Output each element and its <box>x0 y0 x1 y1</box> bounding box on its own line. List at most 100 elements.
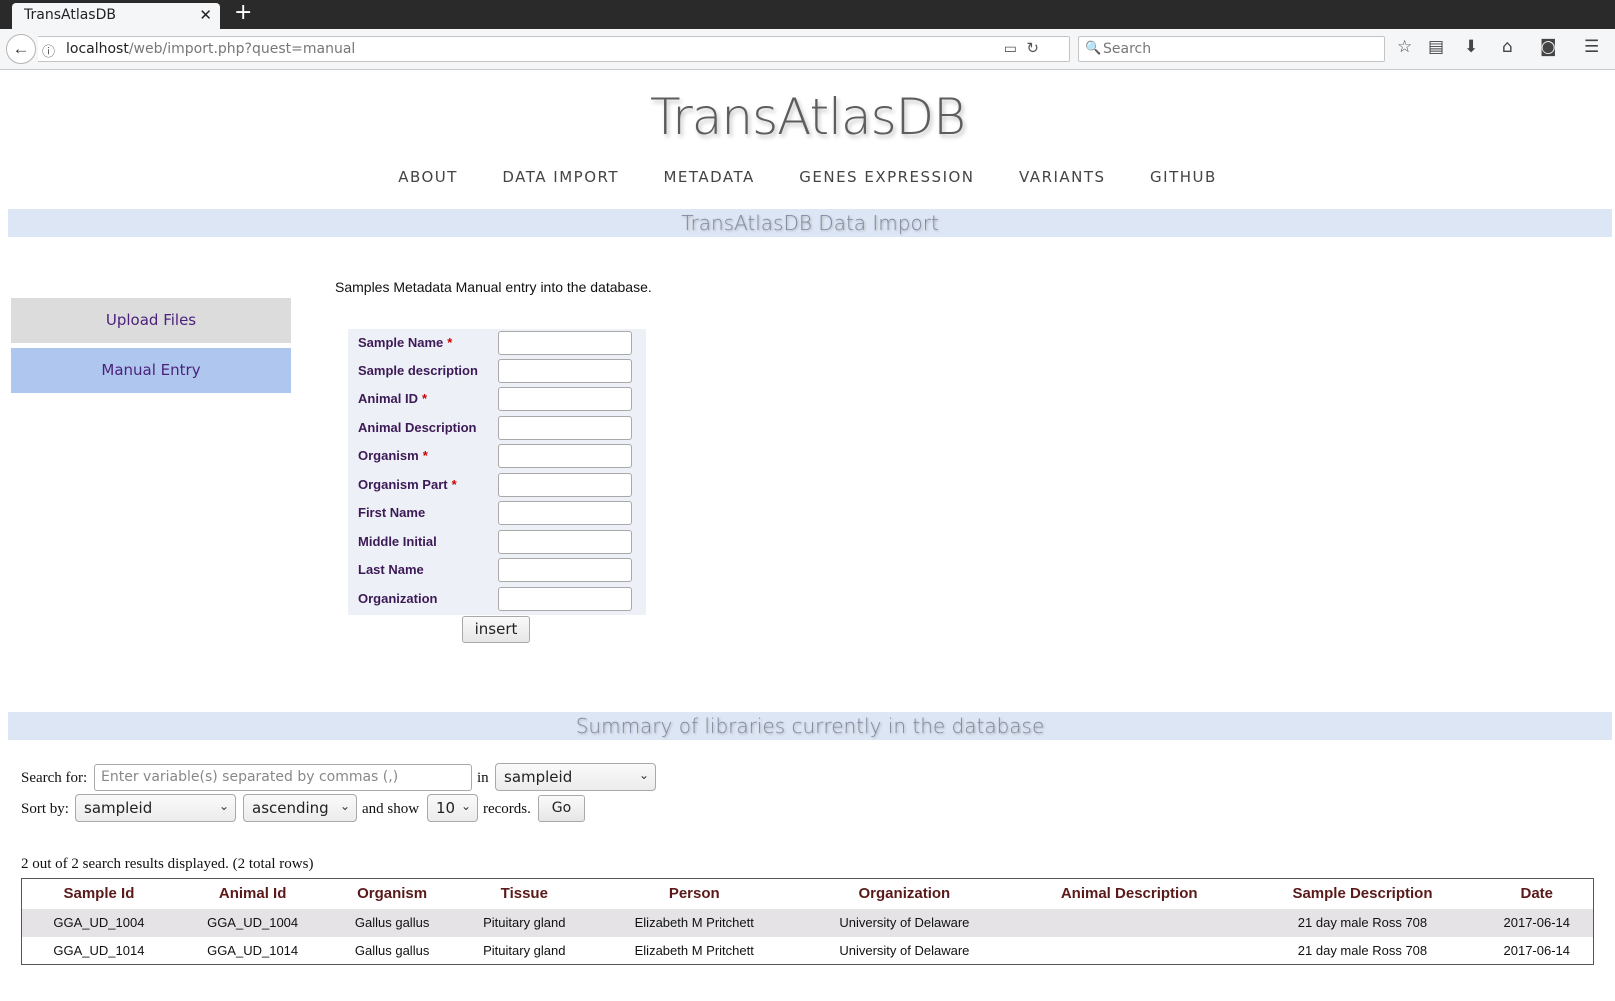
download-icon[interactable]: ⬇ <box>1464 37 1478 57</box>
manual-entry-form: Sample Name * Sample description Animal I… <box>348 329 646 615</box>
table-cell: 21 day male Ross 708 <box>1297 942 1428 958</box>
tab-title: TransAtlasDB <box>24 7 116 23</box>
column-header[interactable]: Date <box>1481 879 1594 909</box>
bookmark-star-icon[interactable]: ☆ <box>1397 37 1412 57</box>
sort-label: Sort by: <box>21 801 69 817</box>
table-cell: 2017-06-14 <box>1480 908 1594 937</box>
nav-data-import[interactable]: DATA IMPORT <box>502 168 619 186</box>
table-cell: Gallus gallus <box>354 942 430 958</box>
chevron-down-icon: ⌄ <box>638 768 649 782</box>
last-name-field[interactable] <box>498 558 632 582</box>
nav-genes-expression[interactable]: GENES EXPRESSION <box>799 168 974 186</box>
column-header[interactable]: Sample Id <box>22 879 176 909</box>
libraries-table: Sample Id Animal Id Organism Tissue Pers… <box>21 878 1594 965</box>
show-count-select[interactable]: 10 ⌄ <box>427 794 478 822</box>
reload-icon[interactable]: ↻ <box>1026 39 1039 57</box>
sample-name-field[interactable] <box>498 331 632 355</box>
summary-banner: Summary of libraries currently in the da… <box>8 712 1612 740</box>
library-icon[interactable]: ▤ <box>1428 37 1444 57</box>
site-logo[interactable]: TransAtlasDB <box>0 88 1615 146</box>
form-row: Animal Description <box>348 414 646 442</box>
field-label: Animal ID * <box>358 391 428 406</box>
nav-metadata[interactable]: METADATA <box>663 168 754 186</box>
form-row: First Name <box>348 499 646 527</box>
table-cell: Pituitary gland <box>483 942 566 958</box>
browser-nav-bar: ← ⓘ localhost/web/import.php?quest=manua… <box>0 29 1615 70</box>
organism-part-field[interactable] <box>498 473 632 497</box>
search-field-select[interactable]: sampleid ⌄ <box>495 763 656 791</box>
import-banner: TransAtlasDB Data Import <box>8 209 1612 237</box>
column-header[interactable]: Organization <box>795 879 1014 909</box>
field-label: Organism Part * <box>358 477 457 492</box>
info-icon[interactable]: ⓘ <box>42 41 55 60</box>
browser-search-input[interactable]: 🔍 Search <box>1078 36 1385 62</box>
form-row: Sample Name * <box>348 329 646 357</box>
table-cell <box>1014 937 1244 965</box>
menu-icon[interactable]: ☰ <box>1584 37 1599 57</box>
address-bar[interactable]: ⓘ localhost/web/import.php?quest=manual … <box>38 36 1070 62</box>
search-input[interactable]: Enter variable(s) separated by commas (,… <box>94 764 472 791</box>
column-header[interactable]: Tissue <box>455 879 594 909</box>
table-cell: Elizabeth M Pritchett <box>634 942 754 958</box>
nav-github[interactable]: GITHUB <box>1150 168 1217 186</box>
show-label: and show <box>362 801 420 817</box>
chevron-down-icon: ⌄ <box>218 799 229 813</box>
column-header[interactable]: Organism <box>329 879 454 909</box>
search-label: Search for: <box>21 770 88 786</box>
form-row: Last Name <box>348 556 646 584</box>
table-row: GGA_UD_1004 GGA_UD_1004 Gallus gallus Pi… <box>21 908 1594 937</box>
middle-initial-field[interactable] <box>498 530 632 554</box>
pocket-icon[interactable]: ◙ <box>1540 37 1557 57</box>
back-arrow-icon[interactable]: ← <box>6 34 36 64</box>
table-cell: Elizabeth M Pritchett <box>593 908 795 937</box>
results-count: 2 out of 2 search results displayed. (2 … <box>21 856 314 872</box>
browser-tab-strip: TransAtlasDB ✕ + <box>0 0 1615 29</box>
table-cell: GGA_UD_1004 <box>21 908 176 937</box>
field-label: Middle Initial <box>358 534 437 549</box>
organism-field[interactable] <box>498 444 632 468</box>
column-header[interactable]: Person <box>594 879 795 909</box>
sort-order-select[interactable]: ascending ⌄ <box>243 794 357 822</box>
nav-variants[interactable]: VARIANTS <box>1019 168 1106 186</box>
column-header[interactable]: Animal Id <box>176 879 330 909</box>
organization-field[interactable] <box>498 587 632 611</box>
table-cell: GGA_UD_1004 <box>175 908 330 937</box>
table-cell: University of Delaware <box>794 908 1014 937</box>
sort-field-select[interactable]: sampleid ⌄ <box>75 794 236 822</box>
manual-entry-button[interactable]: Manual Entry <box>11 348 291 393</box>
insert-button[interactable]: insert <box>462 616 530 643</box>
nav-about[interactable]: ABOUT <box>398 168 458 186</box>
field-label: First Name <box>358 505 426 520</box>
chevron-down-icon: ⌄ <box>460 799 471 813</box>
form-row: Animal ID * <box>348 385 646 413</box>
field-label: Organism * <box>358 448 428 463</box>
animal-id-field[interactable] <box>498 387 632 411</box>
search-icon: 🔍 <box>1085 40 1102 55</box>
reader-view-icon[interactable]: ▭ <box>1004 40 1017 57</box>
chevron-down-icon: ⌄ <box>339 799 350 813</box>
field-label: Sample Name * <box>358 335 453 350</box>
go-button[interactable]: Go <box>538 795 585 822</box>
table-header-row: Sample Id Animal Id Organism Tissue Pers… <box>22 879 1594 909</box>
in-label: in <box>477 770 489 786</box>
table-cell: Gallus gallus <box>329 908 455 937</box>
first-name-field[interactable] <box>498 501 632 525</box>
column-header[interactable]: Animal Description <box>1014 879 1244 909</box>
new-tab-icon[interactable]: + <box>234 0 252 25</box>
animal-description-field[interactable] <box>498 416 632 440</box>
records-label: records. <box>483 801 531 817</box>
home-icon[interactable]: ⌂ <box>1502 37 1513 57</box>
close-tab-icon[interactable]: ✕ <box>199 6 212 24</box>
form-row: Sample description <box>348 357 646 385</box>
table-cell: GGA_UD_1014 <box>207 942 299 958</box>
browser-tab[interactable]: TransAtlasDB ✕ <box>12 3 220 29</box>
table-cell: GGA_UD_1014 <box>53 942 145 958</box>
sample-description-field[interactable] <box>498 359 632 383</box>
table-cell <box>1013 908 1245 937</box>
field-label: Organization <box>358 591 438 606</box>
form-row: Organism * <box>348 442 646 470</box>
column-header[interactable]: Sample Description <box>1244 879 1480 909</box>
upload-files-button[interactable]: Upload Files <box>11 298 291 343</box>
table-cell: 21 day male Ross 708 <box>1244 908 1481 937</box>
field-label: Sample description <box>358 363 478 378</box>
